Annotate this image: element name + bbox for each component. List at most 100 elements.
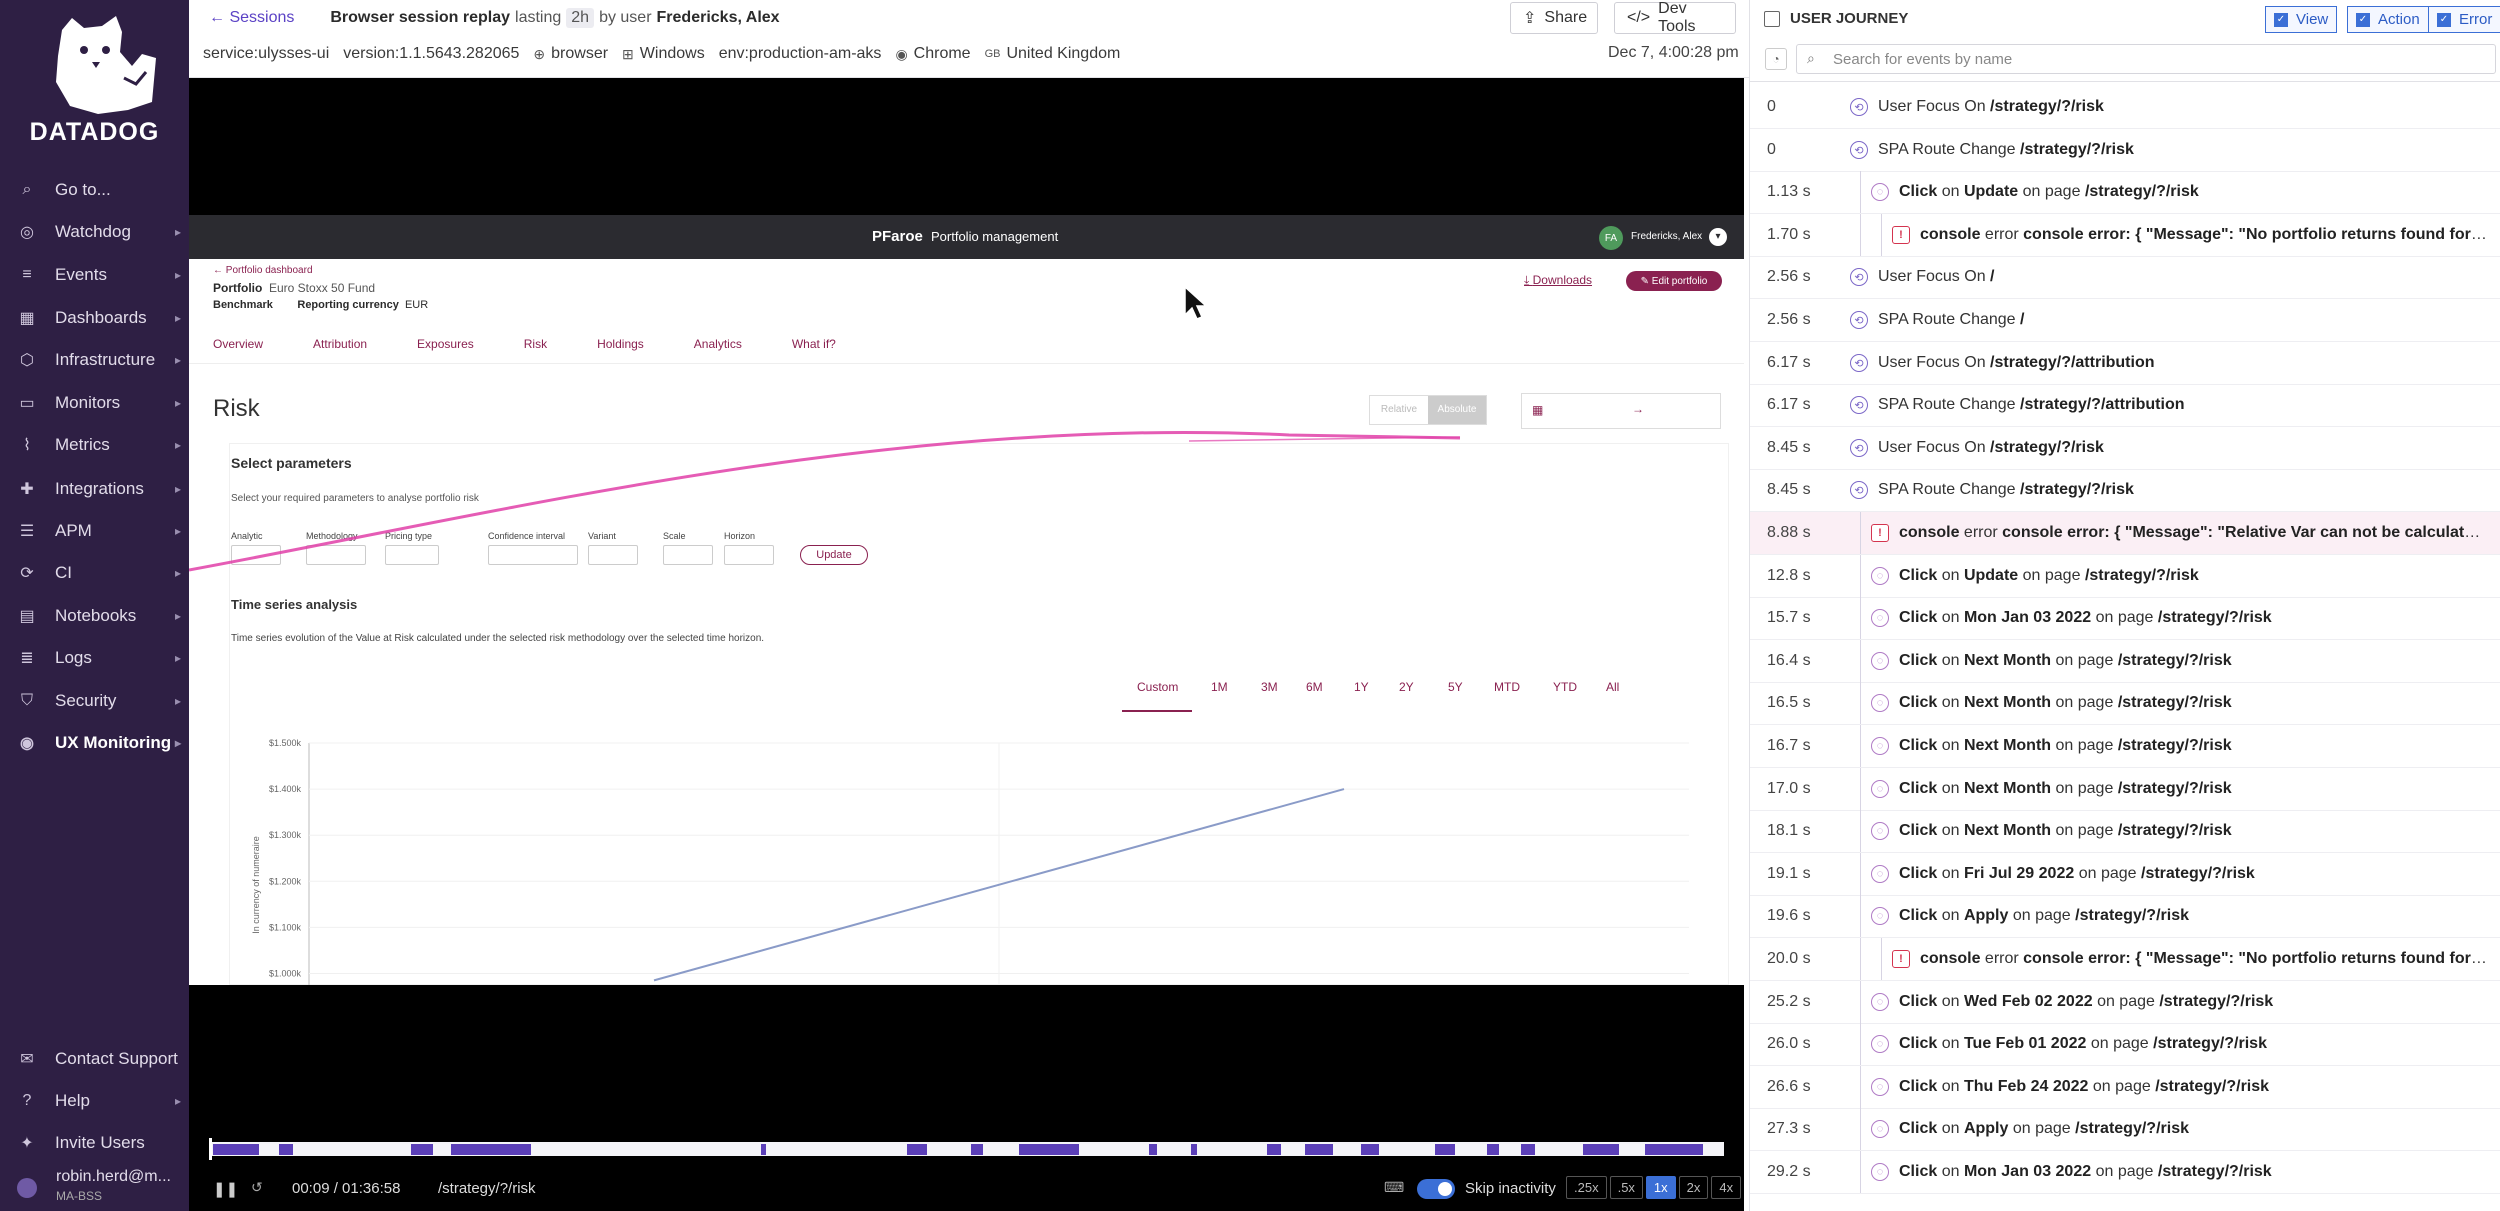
filter-view[interactable]: ✓ View <box>2265 6 2338 33</box>
activity-segment[interactable] <box>451 1144 531 1155</box>
pause-icon[interactable]: ❚❚ <box>213 1180 238 1198</box>
journey-event-row[interactable]: 2.56 s ⟲ User Focus On / <box>1750 256 2500 299</box>
journey-event-row[interactable]: 1.13 s ◌ Click on Update on page /strategy… <box>1750 171 2500 214</box>
event-page: /strategy/?/risk <box>2153 1035 2267 1052</box>
speed-button[interactable]: .25x <box>1566 1176 1607 1199</box>
session-tag[interactable]: service:ulysses-ui <box>203 45 329 63</box>
nav-item-monitors[interactable]: ▭ Monitors ▸ <box>0 383 189 423</box>
event-target: / <box>1990 268 1995 285</box>
speed-button[interactable]: .5x <box>1609 1176 1643 1199</box>
rewind-icon[interactable]: ↺ <box>251 1179 263 1196</box>
journey-event-row[interactable]: 8.45 s ⟲ SPA Route Change /strategy/?/risk <box>1750 469 2500 512</box>
journey-event-row[interactable]: 0 ⟲ SPA Route Change /strategy/?/risk <box>1750 129 2500 172</box>
activity-segment[interactable] <box>1267 1144 1281 1155</box>
activity-segment[interactable] <box>1191 1144 1197 1155</box>
event-connector: on page <box>2092 1078 2151 1095</box>
journey-event-row[interactable]: 17.0 s ◌ Click on Next Month on page /stra… <box>1750 768 2500 811</box>
activity-segment[interactable] <box>1487 1144 1499 1155</box>
event-verb: Click <box>1899 183 1938 200</box>
back-arrow-icon[interactable]: ← <box>209 9 229 27</box>
activity-segment[interactable] <box>411 1144 433 1155</box>
activity-segment[interactable] <box>1435 1144 1455 1155</box>
activity-segment[interactable] <box>971 1144 983 1155</box>
activity-segment[interactable] <box>279 1144 293 1155</box>
journey-event-row[interactable]: 27.3 s ◌ Click on Apply on page /strategy/… <box>1750 1108 2500 1151</box>
activity-segment[interactable] <box>1305 1144 1333 1155</box>
range-button: 5Y <box>1448 680 1463 694</box>
tree-line <box>1860 853 1861 895</box>
activity-segment[interactable] <box>1149 1144 1157 1155</box>
activity-segment[interactable] <box>1645 1144 1703 1155</box>
nav-label: Help <box>55 1091 90 1110</box>
journey-event-row[interactable]: 16.5 s ◌ Click on Next Month on page /stra… <box>1750 682 2500 725</box>
journey-event-row[interactable]: 29.2 s ◌ Click on Mon Jan 03 2022 on page … <box>1750 1151 2500 1194</box>
journey-event-row[interactable]: 26.0 s ◌ Click on Tue Feb 01 2022 on page … <box>1750 1023 2500 1066</box>
nav-label: Dashboards <box>55 308 147 327</box>
session-tag[interactable]: ◉ Chrome <box>895 45 970 63</box>
nav-item-notebooks[interactable]: ▤ Notebooks ▸ <box>0 596 189 636</box>
playhead[interactable] <box>209 1138 212 1160</box>
filter-action[interactable]: ✓ Action <box>2347 6 2429 33</box>
journey-event-row[interactable]: 15.7 s ◌ Click on Mon Jan 03 2022 on page … <box>1750 597 2500 640</box>
collapse-panel-icon[interactable] <box>1764 11 1780 27</box>
journey-event-row[interactable]: 12.8 s ◌ Click on Update on page /strategy… <box>1750 555 2500 598</box>
session-tag[interactable]: env:production-am-aks <box>719 45 882 63</box>
session-tag[interactable]: ⊞ Windows <box>622 45 705 63</box>
nav-item-help[interactable]: ? Help ▸ <box>0 1081 189 1121</box>
journey-event-row[interactable]: 26.6 s ◌ Click on Thu Feb 24 2022 on page … <box>1750 1066 2500 1109</box>
nav-item-events[interactable]: ≡ Events ▸ <box>0 255 189 295</box>
journey-event-row[interactable]: 0 ⟲ User Focus On /strategy/?/risk <box>1750 86 2500 129</box>
activity-segment[interactable] <box>1583 1144 1619 1155</box>
journey-event-row[interactable]: 8.45 s ⟲ User Focus On /strategy/?/risk <box>1750 427 2500 470</box>
event-search-input[interactable]: ⌕ Search for events by name <box>1796 44 2496 74</box>
nav-item-apm[interactable]: ☰ APM ▸ <box>0 511 189 551</box>
nav-item-security[interactable]: ⛉ Security ▸ <box>0 681 189 721</box>
journey-event-row[interactable]: 18.1 s ◌ Click on Next Month on page /stra… <box>1750 810 2500 853</box>
journey-event-row[interactable]: 16.7 s ◌ Click on Next Month on page /stra… <box>1750 725 2500 768</box>
journey-event-row[interactable]: 6.17 s ⟲ SPA Route Change /strategy/?/attr… <box>1750 384 2500 427</box>
replay-timeline[interactable] <box>189 1128 1744 1168</box>
nav-item-metrics[interactable]: ⌇ Metrics ▸ <box>0 425 189 465</box>
activity-segment[interactable] <box>907 1144 927 1155</box>
share-button[interactable]: ⇪ Share <box>1510 2 1598 34</box>
journey-event-row[interactable]: 19.1 s ◌ Click on Fri Jul 29 2022 on page … <box>1750 853 2500 896</box>
nav-item-integrations[interactable]: ✚ Integrations ▸ <box>0 469 189 509</box>
journey-event-row[interactable]: 20.0 s! console error console error: { "M… <box>1750 938 2500 981</box>
filter-error[interactable]: ✓ Error <box>2428 6 2500 33</box>
event-target: Next Month <box>1963 822 2052 839</box>
speed-button[interactable]: 1x <box>1645 1176 1676 1199</box>
session-tag[interactable]: ⊕ browser <box>533 45 608 63</box>
session-tag[interactable]: version:1.1.5643.282065 <box>343 45 519 63</box>
nav-item-ci[interactable]: ⟳ CI ▸ <box>0 553 189 593</box>
activity-segment[interactable] <box>1521 1144 1535 1155</box>
speed-button[interactable]: 2x <box>1678 1176 1709 1199</box>
journey-event-row[interactable]: 2.56 s ⟲ SPA Route Change / <box>1750 299 2500 342</box>
journey-event-row[interactable]: 8.88 s! console error console error: { "M… <box>1750 512 2500 555</box>
journey-event-row[interactable]: 6.17 s ⟲ User Focus On /strategy/?/attribu… <box>1750 342 2500 385</box>
nav-item-infrastructure[interactable]: ⬡ Infrastructure ▸ <box>0 340 189 380</box>
nav-item-dashboards[interactable]: ▦ Dashboards ▸ <box>0 298 189 338</box>
replay-frame[interactable]: PFaroe Portfolio management FA Frederick… <box>189 215 1744 985</box>
session-tag[interactable]: GB United Kingdom <box>985 45 1121 63</box>
journey-event-row[interactable]: 16.4 s ◌ Click on Next Month on page /stra… <box>1750 640 2500 683</box>
nav-item-contact-support[interactable]: ✉ Contact Support <box>0 1039 189 1079</box>
activity-segment[interactable] <box>1361 1144 1379 1155</box>
keyboard-icon[interactable]: ⌨ <box>1384 1179 1404 1196</box>
activity-segment[interactable] <box>213 1144 259 1155</box>
nav-item-watchdog[interactable]: ◎ Watchdog ▸ <box>0 212 189 252</box>
nav-item-logs[interactable]: ≣ Logs ▸ <box>0 638 189 678</box>
speed-button[interactable]: 4x <box>1711 1176 1742 1199</box>
journey-event-row[interactable]: 25.2 s ◌ Click on Wed Feb 02 2022 on page … <box>1750 981 2500 1024</box>
history-icon[interactable]: ◔ <box>1765 48 1787 70</box>
activity-segment[interactable] <box>761 1144 766 1155</box>
user-menu[interactable]: robin.herd@m... MA-BSS <box>0 1164 189 1211</box>
dev-tools-button[interactable]: </> Dev Tools <box>1614 0 1736 35</box>
nav-item-ux-monitoring[interactable]: ◉ UX Monitoring ▸ <box>0 723 189 763</box>
back-to-sessions-link[interactable]: Sessions <box>229 9 294 27</box>
nav-item-go-to[interactable]: ⌕ Go to... <box>0 170 189 210</box>
journey-event-row[interactable]: 19.6 s ◌ Click on Apply on page /strategy/… <box>1750 895 2500 938</box>
journey-event-row[interactable]: 1.70 s! console error console error: { "M… <box>1750 214 2500 257</box>
nav-item-invite-users[interactable]: ✦ Invite Users <box>0 1123 189 1163</box>
activity-segment[interactable] <box>1019 1144 1079 1155</box>
skip-inactivity-toggle[interactable] <box>1417 1179 1455 1199</box>
